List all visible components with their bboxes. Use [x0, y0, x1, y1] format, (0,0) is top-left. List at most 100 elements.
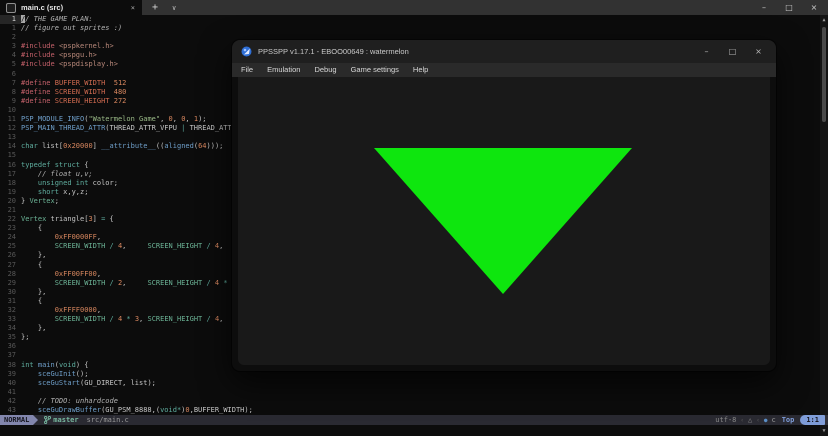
line-number: 29 — [0, 279, 21, 288]
line-number: 31 — [0, 297, 21, 306]
close-button[interactable]: × — [809, 3, 819, 12]
line-number: 16 — [0, 161, 21, 170]
maximize-button[interactable]: □ — [728, 47, 737, 56]
line-number: 14 — [0, 142, 21, 151]
code-line: 42 // TODO: unhardcode — [0, 397, 812, 406]
minimize-button[interactable]: – — [702, 47, 711, 56]
line-number: 19 — [0, 188, 21, 197]
code-line: 40 sceGuStart(GU_DIRECT, list); — [0, 379, 812, 388]
ppsspp-window-controls: – □ × — [702, 47, 776, 56]
terminal-scrollbar[interactable]: ▲ ▼ — [820, 15, 828, 436]
line-number: 36 — [0, 342, 21, 351]
statusline-right: utf-8 ‹ △ ‹ ● c Top 1:1 — [715, 415, 828, 425]
scroll-up-icon[interactable]: ▲ — [820, 17, 828, 23]
line-number: 2 — [0, 33, 21, 42]
filetype-icon: ● — [764, 417, 768, 424]
code-line: 41 — [0, 388, 812, 397]
ppsspp-window: PPSSPP v1.17.1 - EBOO00649 : watermelon … — [232, 40, 776, 371]
maximize-button[interactable]: □ — [784, 3, 794, 12]
line-number: 30 — [0, 288, 21, 297]
ppsspp-logo-icon — [241, 46, 252, 57]
line-number: 12 — [0, 124, 21, 133]
filetype-label: c — [771, 416, 775, 424]
menu-item-emulation[interactable]: Emulation — [260, 63, 307, 77]
line-number: 33 — [0, 315, 21, 324]
scroll-position-label: Top — [782, 416, 795, 424]
new-tab-button[interactable]: + — [152, 0, 158, 15]
line-number: 35 — [0, 333, 21, 342]
line-number: 41 — [0, 388, 21, 397]
encoding-label: utf-8 — [715, 416, 736, 424]
tab-title: main.c (src) — [21, 3, 124, 12]
vim-command-line — [0, 425, 828, 436]
line-number: 3 — [0, 42, 21, 51]
line-number: 37 — [0, 351, 21, 360]
terminal-tab-bar: main.c (src) × + ∨ – □ × — [0, 0, 828, 15]
line-number: 27 — [0, 261, 21, 270]
powerline-arrow-icon — [33, 415, 38, 425]
line-number: 38 — [0, 361, 21, 370]
line-number: 9 — [0, 97, 21, 106]
line-number: 40 — [0, 379, 21, 388]
line-number: 24 — [0, 233, 21, 242]
git-branch-icon — [44, 416, 51, 424]
code-line: 43 sceGuDrawBuffer(GU_PSM_8888,(void*)0,… — [0, 406, 812, 415]
line-number: 18 — [0, 179, 21, 188]
os-icon: △ — [748, 416, 752, 424]
line-number: 23 — [0, 224, 21, 233]
terminal-window-controls: – □ × — [759, 3, 828, 12]
ppsspp-titlebar[interactable]: PPSSPP v1.17.1 - EBOO00649 : watermelon … — [232, 40, 776, 63]
menu-item-game-settings[interactable]: Game settings — [344, 63, 406, 77]
line-number: 32 — [0, 306, 21, 315]
separator-icon: ‹ — [756, 417, 760, 424]
screen: main.c (src) × + ∨ – □ × 1// THE GAME PL… — [0, 0, 828, 436]
line-number: 22 — [0, 215, 21, 224]
code-line: 1// figure out sprites :) — [0, 24, 812, 33]
line-number: 20 — [0, 197, 21, 206]
menu-item-help[interactable]: Help — [406, 63, 435, 77]
line-number: 1 — [0, 24, 21, 33]
line-number: 25 — [0, 242, 21, 251]
tab-close-icon[interactable]: × — [124, 4, 142, 12]
statusline-file-path: src/main.c — [87, 416, 129, 424]
close-button[interactable]: × — [754, 47, 763, 56]
line-number: 13 — [0, 133, 21, 142]
git-branch-name: master — [53, 416, 78, 424]
minimize-button[interactable]: – — [759, 3, 769, 12]
line-number: 26 — [0, 251, 21, 260]
ppsspp-render-viewport — [238, 77, 770, 365]
vim-mode-indicator: NORMAL — [0, 415, 33, 425]
line-number: 42 — [0, 397, 21, 406]
code-line: 39 sceGuInit(); — [0, 370, 812, 379]
tab-main-c[interactable]: main.c (src) × — [0, 0, 142, 15]
green-triangle — [374, 148, 632, 294]
ppsspp-window-title: PPSSPP v1.17.1 - EBOO00649 : watermelon — [258, 47, 409, 56]
line-number: 11 — [0, 115, 21, 124]
line-number: 7 — [0, 79, 21, 88]
code-line: 1// THE GAME PLAN: — [0, 15, 812, 24]
vim-statusline: NORMAL master src/main.c utf-8 ‹ △ ‹ ● c… — [0, 415, 828, 425]
menu-item-debug[interactable]: Debug — [307, 63, 343, 77]
line-number: 5 — [0, 60, 21, 69]
tab-file-icon — [6, 3, 16, 13]
line-number: 4 — [0, 51, 21, 60]
line-number: 39 — [0, 370, 21, 379]
line-number: 10 — [0, 106, 21, 115]
menu-item-file[interactable]: File — [234, 63, 260, 77]
line-number: 6 — [0, 70, 21, 79]
scrollbar-thumb[interactable] — [822, 27, 826, 122]
ppsspp-menubar: FileEmulationDebugGame settingsHelp — [232, 63, 776, 77]
line-number: 43 — [0, 406, 21, 415]
scroll-down-icon[interactable]: ▼ — [820, 428, 828, 434]
tab-dropdown-icon[interactable]: ∨ — [172, 4, 176, 12]
separator-icon: ‹ — [740, 417, 744, 424]
line-number: 17 — [0, 170, 21, 179]
rendered-frame — [238, 77, 770, 365]
line-number: 28 — [0, 270, 21, 279]
line-number: 34 — [0, 324, 21, 333]
line-number: 21 — [0, 206, 21, 215]
git-branch: master — [44, 416, 78, 424]
line-number: 15 — [0, 151, 21, 160]
line-number: 1 — [0, 15, 21, 24]
line-number: 8 — [0, 88, 21, 97]
